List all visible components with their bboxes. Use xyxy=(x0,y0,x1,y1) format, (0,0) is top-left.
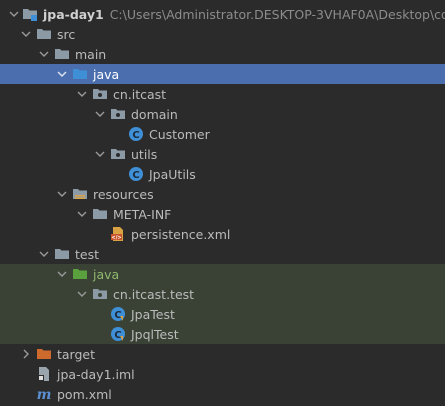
tree-row-package-domain[interactable]: domain xyxy=(0,104,445,124)
folder-icon xyxy=(54,246,70,262)
test-class-icon: C xyxy=(110,326,126,342)
maven-icon: m xyxy=(36,386,52,402)
tree-row-class-jpqltest[interactable]: C JpqlTest xyxy=(0,324,445,344)
resources-folder-icon xyxy=(72,186,88,202)
package-icon xyxy=(110,146,126,162)
chevron-down-icon[interactable] xyxy=(20,24,32,44)
tree-row-class-jpatest[interactable]: C JpaTest xyxy=(0,304,445,324)
tree-row-target[interactable]: target xyxy=(0,344,445,364)
tree-item-label: domain xyxy=(131,106,178,122)
tree-row-main[interactable]: main xyxy=(0,44,445,64)
svg-text:C: C xyxy=(114,310,121,321)
module-folder-icon xyxy=(22,6,38,22)
tree-row-package-cn-itcast-test[interactable]: cn.itcast.test xyxy=(0,284,445,304)
tree-item-label: pom.xml xyxy=(57,386,112,402)
source-folder-icon xyxy=(72,66,88,82)
folder-icon xyxy=(54,46,70,62)
tree-row-class-jpautils[interactable]: C JpaUtils xyxy=(0,164,445,184)
tree-item-label: resources xyxy=(93,186,154,202)
tree-item-label: Customer xyxy=(149,126,210,142)
tree-item-label: cn.itcast xyxy=(113,86,167,102)
tree-item-label: java xyxy=(93,266,120,282)
tree-row-class-customer[interactable]: C Customer xyxy=(0,124,445,144)
tree-item-label: jpa-day1.iml xyxy=(57,366,135,382)
tree-item-label: JpqlTest xyxy=(131,326,179,342)
chevron-down-icon[interactable] xyxy=(38,244,50,264)
java-class-icon: C xyxy=(128,126,144,142)
tree-item-label: target xyxy=(57,346,96,362)
tree-item-label: JpaTest xyxy=(131,306,175,322)
chevron-down-icon[interactable] xyxy=(76,84,88,104)
tree-row-iml-file[interactable]: jpa-day1.iml xyxy=(0,364,445,384)
java-class-icon: C xyxy=(128,166,144,182)
tree-row-java-source[interactable]: java xyxy=(0,64,445,84)
chevron-right-icon[interactable] xyxy=(20,344,32,364)
module-file-icon xyxy=(36,366,52,382)
tree-item-label: test xyxy=(75,246,100,262)
package-icon xyxy=(110,106,126,122)
svg-text:C: C xyxy=(114,330,121,341)
tree-row-src[interactable]: src xyxy=(0,24,445,44)
tree-item-label: main xyxy=(75,46,107,62)
test-source-folder-icon xyxy=(72,266,88,282)
folder-icon xyxy=(92,206,108,222)
tree-row-pom-xml[interactable]: m pom.xml xyxy=(0,384,445,404)
chevron-down-icon[interactable] xyxy=(56,264,68,284)
tree-row-project-root[interactable]: jpa-day1 C:\Users\Administrator.DESKTOP-… xyxy=(0,4,445,24)
xml-file-icon: </> xyxy=(110,226,126,242)
tree-item-label: utils xyxy=(131,146,158,162)
package-icon xyxy=(92,86,108,102)
tree-row-meta-inf[interactable]: META-INF xyxy=(0,204,445,224)
chevron-down-icon[interactable] xyxy=(56,64,68,84)
test-class-icon: C xyxy=(110,306,126,322)
tree-row-resources[interactable]: resources xyxy=(0,184,445,204)
chevron-down-icon[interactable] xyxy=(56,184,68,204)
tree-item-label: src xyxy=(57,26,76,42)
project-name: jpa-day1 xyxy=(43,6,104,22)
chevron-down-icon[interactable] xyxy=(38,44,50,64)
svg-text:m: m xyxy=(37,387,52,402)
chevron-down-icon[interactable] xyxy=(76,284,88,304)
chevron-down-icon[interactable] xyxy=(8,4,20,24)
tree-item-label: META-INF xyxy=(113,206,172,222)
tree-row-persistence-xml[interactable]: </> persistence.xml xyxy=(0,224,445,244)
tree-item-label: java xyxy=(93,66,120,82)
tree-item-label: cn.itcast.test xyxy=(113,286,195,302)
tree-row-package-cn-itcast[interactable]: cn.itcast xyxy=(0,84,445,104)
tree-item-label: persistence.xml xyxy=(131,226,231,242)
project-path: C:\Users\Administrator.DESKTOP-3VHAF0A\D… xyxy=(109,6,445,22)
project-tree: jpa-day1 C:\Users\Administrator.DESKTOP-… xyxy=(0,0,445,406)
chevron-down-icon[interactable] xyxy=(94,144,106,164)
package-icon xyxy=(92,286,108,302)
excluded-folder-icon xyxy=(36,346,52,362)
chevron-down-icon[interactable] xyxy=(94,104,106,124)
tree-item-label: JpaUtils xyxy=(149,166,196,182)
svg-text:C: C xyxy=(132,170,139,181)
folder-icon xyxy=(36,26,52,42)
tree-row-package-utils[interactable]: utils xyxy=(0,144,445,164)
svg-text:</>: </> xyxy=(111,235,121,241)
svg-text:C: C xyxy=(132,130,139,141)
tree-row-test[interactable]: test xyxy=(0,244,445,264)
chevron-down-icon[interactable] xyxy=(76,204,88,224)
tree-row-java-test[interactable]: java xyxy=(0,264,445,284)
